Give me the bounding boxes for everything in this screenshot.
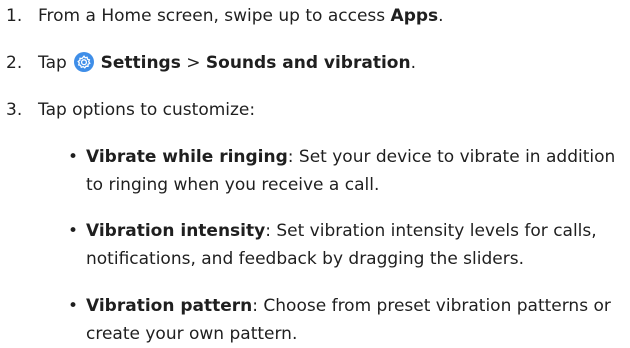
bullet-text: Vibration pattern: Choose from preset vi… — [86, 292, 630, 348]
settings-icon — [74, 52, 95, 72]
bullet-marker: • — [68, 296, 79, 316]
step-text: From a Home screen, swipe up to access A… — [38, 6, 444, 26]
apps-label: Apps — [390, 6, 439, 26]
option-title: Vibrate while ringing — [86, 147, 288, 167]
step-number: 1. — [6, 6, 23, 26]
settings-label: Settings — [100, 53, 181, 73]
sounds-vibration-label: Sounds and vibration — [205, 53, 411, 73]
step-text: Tap options to customize: — [38, 100, 256, 120]
option-title: Vibration intensity — [86, 221, 266, 241]
bullet-marker: • — [68, 221, 79, 241]
instructions-document: 1. From a Home screen, swipe up to acces… — [0, 0, 630, 348]
bullet-marker: • — [68, 147, 79, 167]
step-number: 3. — [6, 100, 23, 120]
step-number: 2. — [6, 53, 23, 73]
option-title: Vibration pattern — [86, 296, 253, 316]
bullet-text: Vibration intensity: Set vibration inten… — [86, 217, 630, 273]
step-text: Tap Settings > Sounds and vibration. — [38, 52, 416, 73]
bullet-text: Vibrate while ringing: Set your device t… — [86, 143, 630, 199]
